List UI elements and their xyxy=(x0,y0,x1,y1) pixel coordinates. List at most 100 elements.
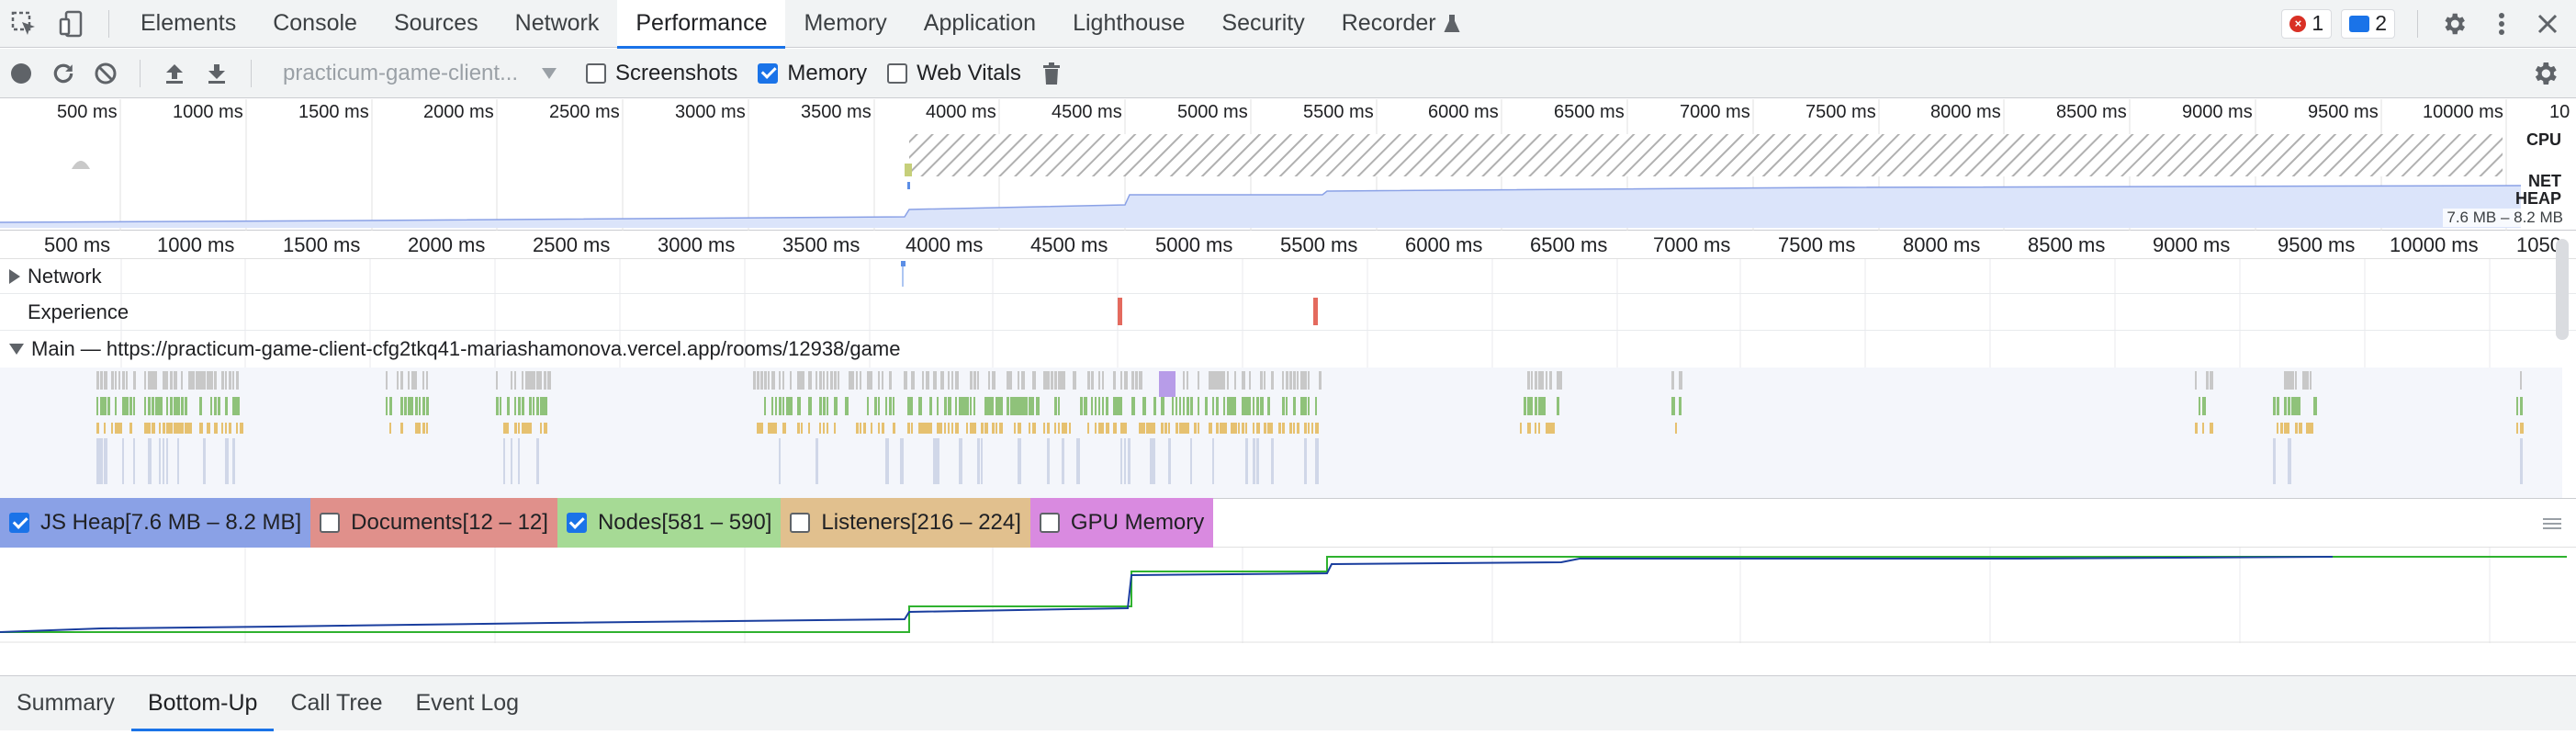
flame-bar xyxy=(1091,371,1094,390)
flame-bar xyxy=(1557,371,1560,390)
save-profile-button[interactable] xyxy=(196,52,238,95)
vertical-scrollbar[interactable] xyxy=(2556,239,2569,340)
tick-label: 9000 ms xyxy=(2182,102,2253,122)
flame-bar xyxy=(96,397,98,415)
flame-bar xyxy=(1190,438,1192,484)
track-main[interactable]: Main — https://practicum-game-client-cfg… xyxy=(0,331,2576,368)
close-icon[interactable] xyxy=(2536,12,2559,36)
load-profile-button[interactable] xyxy=(153,52,196,95)
flame-bar xyxy=(115,397,117,415)
flame-bar xyxy=(1531,397,1533,415)
timeline-overview[interactable]: 500 ms 1000 ms 1500 ms 2000 ms 2500 ms 3… xyxy=(0,99,2576,231)
flame-bar xyxy=(771,397,773,415)
collect-garbage-button[interactable] xyxy=(1030,52,1073,95)
checkbox-box[interactable] xyxy=(586,62,606,84)
expand-triangle-icon[interactable] xyxy=(9,268,20,284)
toolbar-divider xyxy=(251,59,252,87)
counter-label: Nodes[581 – 590] xyxy=(597,510,772,535)
tab-memory[interactable]: Memory xyxy=(785,0,905,48)
flame-bar xyxy=(1087,371,1090,390)
reload-record-button[interactable] xyxy=(42,52,84,95)
clear-button[interactable] xyxy=(84,52,127,95)
flame-bar xyxy=(129,423,132,434)
tab-label: Call Tree xyxy=(290,690,383,716)
flame-bar xyxy=(933,438,937,484)
flame-bar xyxy=(2280,423,2283,434)
tick-label: 10000 ms xyxy=(2390,233,2479,256)
webvitals-checkbox[interactable]: Web Vitals xyxy=(887,61,1021,86)
flame-bar xyxy=(2284,397,2287,415)
checkbox-box[interactable] xyxy=(790,513,811,533)
gear-icon[interactable] xyxy=(2440,10,2468,38)
track-experience[interactable]: Experience xyxy=(0,294,2576,331)
flame-bar xyxy=(860,423,861,434)
flame-bar xyxy=(955,423,959,434)
flame-bar xyxy=(1209,371,1212,390)
flame-bar xyxy=(900,438,904,484)
flame-bar xyxy=(518,397,521,415)
capture-settings-gear-icon[interactable] xyxy=(2530,59,2559,88)
flame-bar xyxy=(1315,423,1319,434)
tab-sources[interactable]: Sources xyxy=(376,0,497,48)
flame-bar xyxy=(1300,371,1304,390)
flame-bar xyxy=(1054,397,1057,415)
flame-bar xyxy=(1271,371,1274,390)
tab-call-tree[interactable]: Call Tree xyxy=(274,676,399,731)
flame-bar xyxy=(1542,397,1546,415)
tab-event-log[interactable]: Event Log xyxy=(399,676,536,731)
flame-bar xyxy=(2520,371,2522,390)
track-network[interactable]: Network xyxy=(0,259,2576,294)
flame-bar xyxy=(2516,423,2518,434)
flame-bar xyxy=(1159,371,1176,397)
drag-handle-icon[interactable] xyxy=(2543,517,2561,530)
record-button[interactable] xyxy=(0,52,42,95)
flame-bar xyxy=(1047,438,1050,484)
tick-label: 4500 ms xyxy=(1052,102,1122,122)
message-count-badge[interactable]: 2 xyxy=(2341,8,2395,39)
tab-console[interactable]: Console xyxy=(254,0,376,48)
tab-recorder[interactable]: Recorder xyxy=(1323,0,1479,48)
tab-bottom-up[interactable]: Bottom-Up xyxy=(130,676,275,731)
tab-label: Performance xyxy=(636,10,768,36)
memory-checkbox[interactable]: Memory xyxy=(758,61,867,86)
flame-bar xyxy=(1106,423,1109,434)
tab-summary[interactable]: Summary xyxy=(0,676,131,731)
checkbox-box[interactable] xyxy=(9,513,29,533)
tab-performance[interactable]: Performance xyxy=(617,0,786,49)
tab-lighthouse[interactable]: Lighthouse xyxy=(1054,0,1203,48)
flame-bar xyxy=(107,397,110,415)
message-count: 2 xyxy=(2375,11,2387,35)
error-count-badge[interactable]: × 1 xyxy=(2281,8,2333,39)
flame-bar xyxy=(834,423,836,434)
flame-bar xyxy=(1128,438,1131,484)
checkbox-box[interactable] xyxy=(320,513,341,533)
tab-network[interactable]: Network xyxy=(497,0,618,48)
checkbox-box[interactable] xyxy=(1039,513,1060,533)
counter-nodes[interactable]: Nodes[581 – 590] xyxy=(557,498,782,548)
flame-bar xyxy=(823,397,826,415)
tab-application[interactable]: Application xyxy=(906,0,1054,48)
checkbox-box[interactable] xyxy=(887,62,908,84)
counter-documents[interactable]: Documents[12 – 12] xyxy=(310,498,557,548)
counter-listeners[interactable]: Listeners[216 – 224] xyxy=(781,498,1030,548)
flame-bar xyxy=(118,371,120,390)
flame-bar xyxy=(203,371,206,390)
screenshots-checkbox[interactable]: Screenshots xyxy=(586,61,737,86)
counter-gpu-memory[interactable]: GPU Memory xyxy=(1029,498,1214,548)
tab-security[interactable]: Security xyxy=(1203,0,1322,48)
flame-bar xyxy=(1319,371,1322,390)
device-toolbar-icon[interactable] xyxy=(48,0,96,48)
flame-bar xyxy=(2277,423,2278,434)
inspect-element-icon[interactable] xyxy=(0,0,48,48)
checkbox-box[interactable] xyxy=(566,513,587,533)
checkbox-box[interactable] xyxy=(758,62,779,84)
profile-select-value: practicum-game-client... xyxy=(283,60,519,85)
counter-js-heap[interactable]: JS Heap[7.6 MB – 8.2 MB] xyxy=(0,498,311,548)
profile-select[interactable]: practicum-game-client... xyxy=(272,57,566,90)
tab-elements[interactable]: Elements xyxy=(122,0,254,48)
more-vert-icon[interactable] xyxy=(2490,10,2514,38)
flame-bar xyxy=(1297,423,1299,434)
flame-bar xyxy=(232,397,236,415)
collapse-triangle-icon[interactable] xyxy=(9,344,24,355)
flame-bar xyxy=(1256,397,1259,415)
